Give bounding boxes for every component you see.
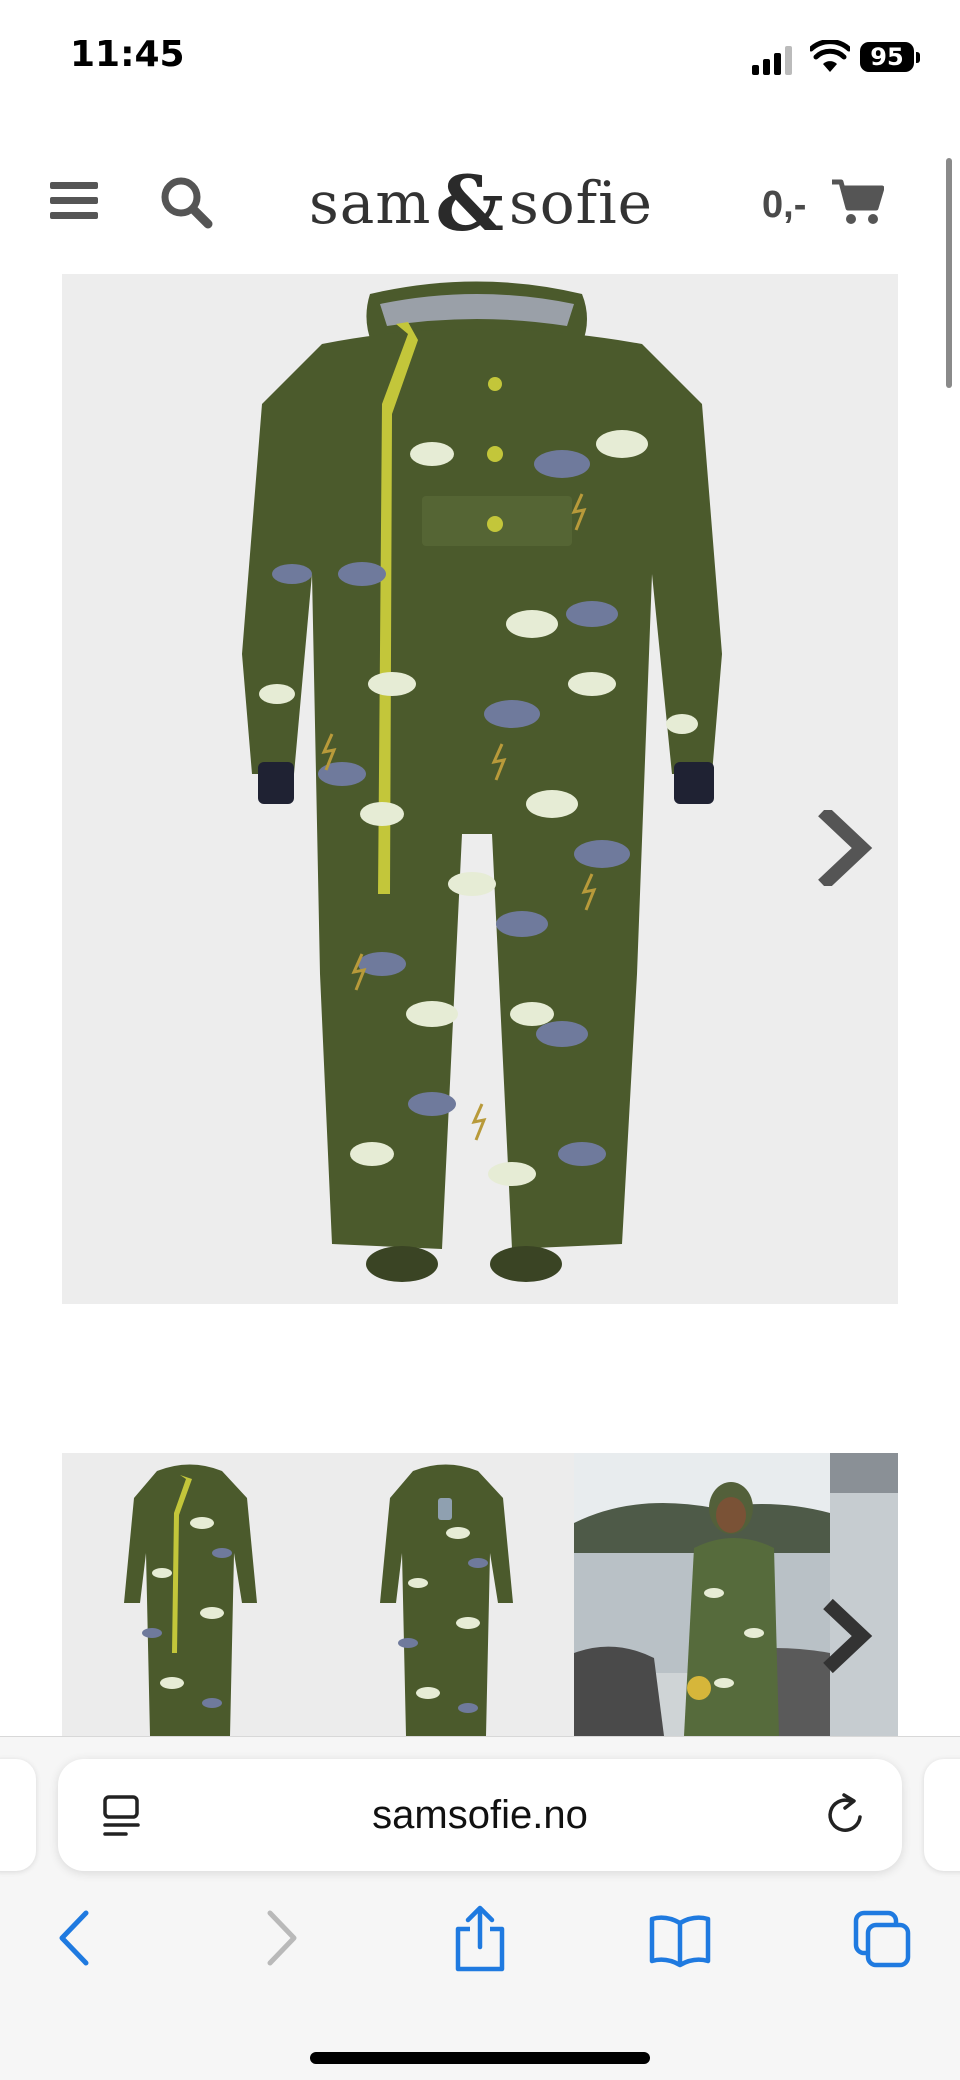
battery-level: 95 <box>860 42 914 72</box>
share-icon[interactable] <box>452 1903 508 1973</box>
browser-toolbar: samsofie.no <box>0 1736 960 2080</box>
wifi-icon <box>810 40 850 72</box>
signal-icon <box>752 46 792 75</box>
thumbnail-back[interactable] <box>318 1453 574 1736</box>
url-text[interactable]: samsofie.no <box>58 1759 902 1871</box>
thumbnail-lifestyle[interactable] <box>574 1453 830 1736</box>
status-time: 11:45 <box>70 34 185 75</box>
page-scrollbar[interactable] <box>946 158 952 388</box>
thumbnail-front-image <box>124 1464 257 1736</box>
home-indicator <box>310 2052 650 2064</box>
menu-icon[interactable] <box>50 180 98 222</box>
site-logo[interactable]: sam & sofie <box>296 158 666 248</box>
site-header: sam & sofie 0,- <box>0 140 960 265</box>
logo-text-sam: sam <box>309 169 432 237</box>
thumbnail-strip <box>62 1453 898 1736</box>
thumbnail-partial[interactable] <box>830 1453 898 1736</box>
logo-ampersand: & <box>435 158 505 248</box>
product-main-image[interactable] <box>62 274 898 1304</box>
reader-icon[interactable] <box>102 1795 142 1837</box>
address-bar[interactable]: samsofie.no <box>58 1759 902 1871</box>
next-image-chevron-right-icon[interactable] <box>818 810 874 886</box>
thumbnails-next-chevron-right-icon[interactable] <box>818 1598 874 1674</box>
cart-total[interactable]: 0,- <box>762 184 806 227</box>
forward-icon[interactable] <box>262 1903 302 1973</box>
thumbnail-front[interactable] <box>62 1453 318 1736</box>
back-icon[interactable] <box>54 1903 94 1973</box>
battery-tip <box>916 52 920 63</box>
bookmarks-icon[interactable] <box>648 1903 712 1973</box>
status-bar: 11:45 95 <box>0 0 960 120</box>
previous-tab-card[interactable] <box>0 1759 36 1871</box>
tabs-icon[interactable] <box>852 1903 912 1973</box>
search-icon[interactable] <box>158 174 214 230</box>
next-tab-card[interactable] <box>924 1759 960 1871</box>
thumbnail-back-image <box>380 1464 513 1736</box>
thumbnail-lifestyle-image <box>574 1453 830 1736</box>
reload-icon[interactable] <box>824 1793 868 1837</box>
rainsuit-front-image <box>242 281 722 1282</box>
cart-icon[interactable] <box>832 178 884 226</box>
thumbnail-partial-image <box>830 1453 898 1736</box>
logo-text-sofie: sofie <box>508 169 653 237</box>
